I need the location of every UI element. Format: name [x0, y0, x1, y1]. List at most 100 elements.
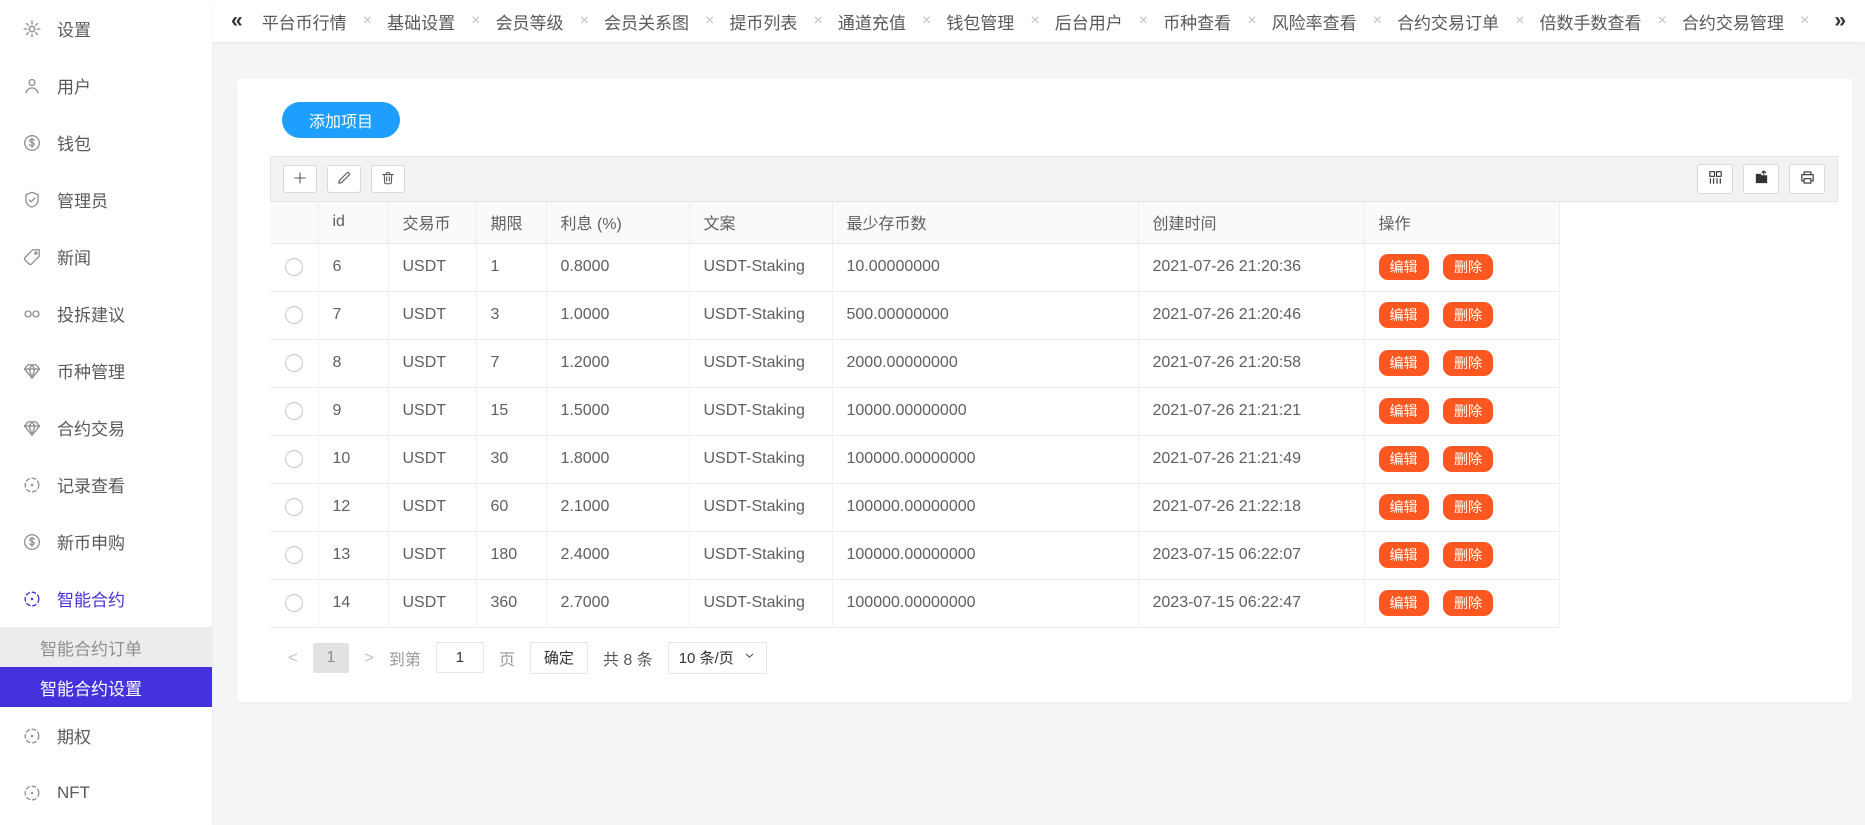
row-radio[interactable]: [285, 402, 303, 420]
column-header: 最少存币数: [832, 202, 1138, 243]
cell-term: 1: [476, 243, 546, 291]
tab-4[interactable]: 提币列表 ×: [729, 9, 822, 34]
cell-coin: USDT: [388, 531, 476, 579]
tab-11[interactable]: 倍数手数查看 ×: [1540, 9, 1667, 34]
main-content: 添加项目: [212, 42, 1865, 825]
tab-12[interactable]: 合约交易管理 ×: [1682, 9, 1809, 34]
sidebar-item-6[interactable]: 币种管理: [0, 342, 212, 399]
sidebar-item-3[interactable]: 管理员: [0, 171, 212, 228]
sidebar-item-9[interactable]: 新币申购: [0, 513, 212, 570]
tab-5[interactable]: 通道充值 ×: [838, 9, 931, 34]
edit-button[interactable]: 编辑: [1379, 542, 1429, 568]
sidebar-item-13[interactable]: 期权: [0, 707, 212, 764]
dollar-circle-icon: [22, 133, 42, 153]
table-region: id交易币期限利息 (%)文案最少存币数创建时间操作 6USDT10.8000U…: [270, 156, 1838, 674]
row-radio[interactable]: [285, 306, 303, 324]
add-project-button[interactable]: 添加项目: [282, 102, 400, 138]
sidebar-item-10[interactable]: 智能合约: [0, 570, 212, 627]
cell-created: 2023-07-15 06:22:47: [1138, 579, 1364, 627]
close-icon[interactable]: ×: [471, 12, 480, 30]
close-icon[interactable]: ×: [705, 12, 714, 30]
close-icon[interactable]: ×: [1800, 12, 1809, 30]
cell-coin: USDT: [388, 243, 476, 291]
delete-row-button[interactable]: [371, 165, 405, 193]
sidebar-item-8[interactable]: 记录查看: [0, 456, 212, 513]
sidebar-item-14[interactable]: NFT: [0, 764, 212, 821]
filter-columns-button[interactable]: [1697, 164, 1733, 194]
app-root: 设置 用户 钱包 管理员 新闻 投拆建议 币种管理: [0, 0, 1865, 825]
edit-button[interactable]: 编辑: [1379, 254, 1429, 280]
delete-button[interactable]: 删除: [1443, 254, 1493, 280]
column-header: 期限: [476, 202, 546, 243]
edit-button[interactable]: 编辑: [1379, 590, 1429, 616]
edit-button[interactable]: 编辑: [1379, 398, 1429, 424]
sidebar-item-1[interactable]: 用户: [0, 57, 212, 114]
edit-button[interactable]: 编辑: [1379, 350, 1429, 376]
table-row: 13USDT1802.4000USDT-Staking100000.000000…: [270, 531, 1559, 579]
close-icon[interactable]: ×: [363, 12, 372, 30]
tab-6[interactable]: 钱包管理 ×: [946, 9, 1039, 34]
current-page[interactable]: 1: [313, 643, 349, 673]
tab-7[interactable]: 后台用户 ×: [1055, 9, 1148, 34]
cell-id: 14: [318, 579, 388, 627]
gem-icon: [22, 361, 42, 381]
sidebar-item-label: 新币申购: [57, 529, 125, 554]
row-radio[interactable]: [285, 450, 303, 468]
tabs-scroll-right-icon[interactable]: »: [1815, 0, 1865, 42]
close-icon[interactable]: ×: [813, 12, 822, 30]
edit-button[interactable]: 编辑: [1379, 446, 1429, 472]
sidebar-subitem-12[interactable]: 智能合约设置: [0, 667, 212, 707]
delete-button[interactable]: 删除: [1443, 446, 1493, 472]
row-radio[interactable]: [285, 258, 303, 276]
sidebar-subitem-11[interactable]: 智能合约订单: [0, 627, 212, 667]
delete-button[interactable]: 删除: [1443, 494, 1493, 520]
row-radio[interactable]: [285, 546, 303, 564]
close-icon[interactable]: ×: [580, 12, 589, 30]
row-radio[interactable]: [285, 594, 303, 612]
tab-0[interactable]: 平台币行情 ×: [262, 9, 372, 34]
add-row-button[interactable]: [283, 165, 317, 193]
page-size-select[interactable]: 10 条/页: [668, 642, 767, 674]
edit-row-button[interactable]: [327, 165, 361, 193]
edit-button[interactable]: 编辑: [1379, 494, 1429, 520]
delete-button[interactable]: 删除: [1443, 542, 1493, 568]
close-icon[interactable]: ×: [922, 12, 931, 30]
tab-9[interactable]: 风险率查看 ×: [1272, 9, 1382, 34]
print-button[interactable]: [1789, 164, 1825, 194]
table-row: 14USDT3602.7000USDT-Staking100000.000000…: [270, 579, 1559, 627]
confirm-page-button[interactable]: 确定: [530, 642, 588, 674]
sidebar-item-4[interactable]: 新闻: [0, 228, 212, 285]
sidebar-item-2[interactable]: 钱包: [0, 114, 212, 171]
cell-created: 2021-07-26 21:21:21: [1138, 387, 1364, 435]
close-icon[interactable]: ×: [1139, 12, 1148, 30]
goto-page-input[interactable]: [436, 642, 484, 673]
close-icon[interactable]: ×: [1515, 12, 1524, 30]
tab-10[interactable]: 合约交易订单 ×: [1397, 9, 1524, 34]
close-icon[interactable]: ×: [1030, 12, 1039, 30]
tab-label: 平台币行情: [262, 9, 347, 34]
row-radio[interactable]: [285, 354, 303, 372]
tab-8[interactable]: 币种查看 ×: [1163, 9, 1256, 34]
next-page-button[interactable]: >: [364, 648, 374, 668]
cell-created: 2021-07-26 21:20:46: [1138, 291, 1364, 339]
delete-button[interactable]: 删除: [1443, 398, 1493, 424]
delete-button[interactable]: 删除: [1443, 302, 1493, 328]
prev-page-button[interactable]: <: [288, 648, 298, 668]
close-icon[interactable]: ×: [1247, 12, 1256, 30]
sidebar-item-0[interactable]: 设置: [0, 0, 212, 57]
delete-button[interactable]: 删除: [1443, 350, 1493, 376]
export-button[interactable]: [1743, 164, 1779, 194]
tab-3[interactable]: 会员关系图 ×: [604, 9, 714, 34]
cell-min_deposit: 100000.00000000: [832, 435, 1138, 483]
tabs-scroll-left-icon[interactable]: «: [212, 0, 262, 42]
row-radio[interactable]: [285, 498, 303, 516]
cell-actions: 编辑 删除: [1364, 483, 1559, 531]
sidebar-item-7[interactable]: 合约交易: [0, 399, 212, 456]
sidebar-item-5[interactable]: 投拆建议: [0, 285, 212, 342]
tab-1[interactable]: 基础设置 ×: [387, 9, 480, 34]
close-icon[interactable]: ×: [1658, 12, 1667, 30]
delete-button[interactable]: 删除: [1443, 590, 1493, 616]
tab-2[interactable]: 会员等级 ×: [496, 9, 589, 34]
close-icon[interactable]: ×: [1373, 12, 1382, 30]
edit-button[interactable]: 编辑: [1379, 302, 1429, 328]
